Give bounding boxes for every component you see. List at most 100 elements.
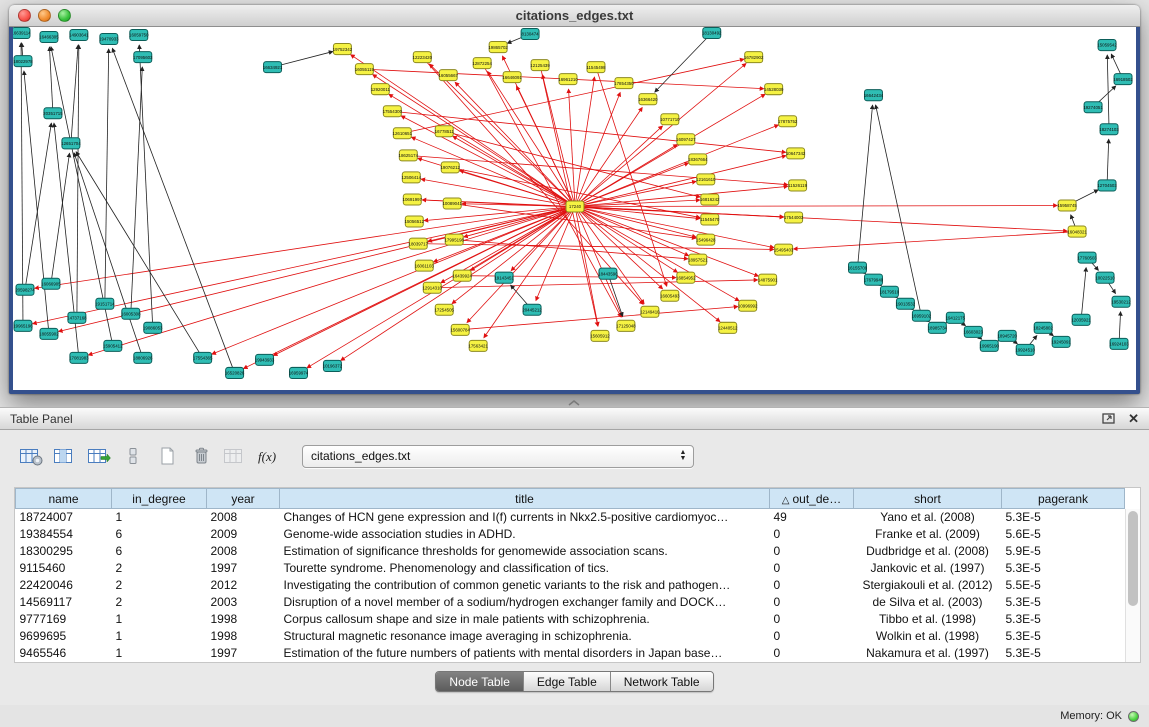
- table-cell[interactable]: 2008: [207, 543, 280, 560]
- network-canvas[interactable]: 1724019752342160551191292001117554300126…: [13, 27, 1136, 390]
- table-cell[interactable]: Estimation of the future numbers of pati…: [280, 645, 770, 662]
- network-edge-citation[interactable]: [464, 206, 575, 236]
- network-edge-citation[interactable]: [575, 63, 746, 206]
- function-builder-icon[interactable]: f(x): [254, 443, 284, 469]
- network-node-teal[interactable]: 19412175: [946, 312, 966, 323]
- network-node-yellow[interactable]: 15600784: [450, 324, 470, 335]
- network-edge-citation[interactable]: [460, 307, 738, 330]
- table-cell[interactable]: 5.9E-5: [1002, 543, 1125, 560]
- table-cell[interactable]: 1: [112, 662, 207, 664]
- column-header-year[interactable]: year: [207, 489, 280, 509]
- network-edge[interactable]: [51, 153, 70, 283]
- table-cell[interactable]: 2009: [207, 526, 280, 543]
- network-node-yellow[interactable]: 18039717: [409, 238, 429, 249]
- network-edge-citation[interactable]: [341, 206, 575, 360]
- network-node-yellow[interactable]: 16439924: [452, 270, 472, 281]
- network-edge-citation[interactable]: [575, 186, 788, 206]
- network-node-yellow[interactable]: 17563421: [468, 340, 488, 351]
- network-node-yellow[interactable]: 19865702: [488, 42, 508, 53]
- network-node-teal[interactable]: 18130492: [702, 28, 722, 39]
- table-cell[interactable]: Investigating the contribution of common…: [280, 577, 770, 594]
- table-cell[interactable]: Jankovic et al. (1997): [854, 560, 1002, 577]
- table-cell[interactable]: 18300295: [16, 543, 112, 560]
- network-node-yellow[interactable]: 15495403: [774, 244, 794, 255]
- network-node-yellow[interactable]: 17875752: [778, 116, 798, 127]
- network-node-yellow[interactable]: 16061103: [415, 260, 435, 271]
- table-row[interactable]: 2242004622012Investigating the contribut…: [16, 577, 1125, 594]
- network-edge[interactable]: [71, 45, 78, 143]
- table-cell[interactable]: Franke et al. (2009): [854, 526, 1002, 543]
- network-node-teal[interactable]: 16155709: [848, 262, 868, 273]
- network-node-yellow[interactable]: 10996992: [738, 300, 758, 311]
- table-cell[interactable]: 9777169: [16, 611, 112, 628]
- network-node-yellow[interactable]: 16605493: [660, 290, 680, 301]
- network-node-yellow[interactable]: 17254505: [434, 304, 454, 315]
- network-node-teal[interactable]: 17679940: [864, 274, 884, 285]
- column-header-out-de[interactable]: △out_de…: [770, 489, 854, 509]
- network-node-yellow[interactable]: 15958745: [1057, 200, 1077, 211]
- network-edge-citation[interactable]: [569, 89, 575, 206]
- network-node-teal[interactable]: 19274051: [1083, 102, 1103, 113]
- network-node-yellow[interactable]: 11545498: [586, 62, 606, 73]
- table-cell[interactable]: 5.3E-5: [1002, 611, 1125, 628]
- table-row[interactable]: 946362711997Embryonic stem cells: a mode…: [16, 662, 1125, 664]
- network-edge[interactable]: [655, 33, 712, 92]
- network-edge[interactable]: [857, 105, 872, 267]
- table-cell[interactable]: 9699695: [16, 628, 112, 645]
- network-node-teal[interactable]: 16634921: [263, 62, 283, 73]
- table-cell[interactable]: 1: [112, 645, 207, 662]
- table-row[interactable]: 969969511998Structural magnetic resonanc…: [16, 628, 1125, 645]
- network-node-yellow[interactable]: 16097427: [676, 134, 696, 145]
- network-node-teal[interactable]: 18443590: [598, 268, 618, 279]
- table-cell[interactable]: Structural magnetic resonance image aver…: [280, 628, 770, 645]
- network-node-teal[interactable]: 19143451: [494, 272, 514, 283]
- network-node-teal[interactable]: 18179510: [880, 286, 900, 297]
- network-node-yellow[interactable]: 10771710: [660, 114, 680, 125]
- column-header-in-degree[interactable]: in_degree: [112, 489, 207, 509]
- network-node-teal[interactable]: 19086053: [143, 322, 163, 333]
- network-edge-citation[interactable]: [575, 206, 1057, 207]
- table-cell[interactable]: Tourette syndrome. Phenomenology and cla…: [280, 560, 770, 577]
- network-node-yellow[interactable]: 16854952: [676, 272, 696, 283]
- network-edge[interactable]: [25, 123, 51, 290]
- network-node-teal[interactable]: 18985734: [928, 322, 948, 333]
- network-node-yellow[interactable]: 17240: [566, 201, 584, 212]
- table-cell[interactable]: 0: [770, 543, 854, 560]
- table-cell[interactable]: 5.6E-5: [1002, 526, 1125, 543]
- network-node-yellow[interactable]: 16055119: [355, 64, 375, 75]
- network-node-teal[interactable]: 20445212: [522, 304, 542, 315]
- table-cell[interactable]: 5.3E-5: [1002, 662, 1125, 664]
- network-node-yellow[interactable]: 10089041: [442, 198, 462, 209]
- table-cell[interactable]: 5.3E-5: [1002, 628, 1125, 645]
- table-row[interactable]: 977716911998Corpus callosum shape and si…: [16, 611, 1125, 628]
- network-node-yellow[interactable]: 19076212: [440, 162, 460, 173]
- network-edge-citation[interactable]: [274, 206, 575, 355]
- table-cell[interactable]: Estimation of significance thresholds fo…: [280, 543, 770, 560]
- network-node-teal[interactable]: 16059750: [129, 30, 149, 41]
- network-edge[interactable]: [1107, 139, 1109, 185]
- network-node-yellow[interactable]: 18367664: [688, 154, 708, 165]
- network-node-teal[interactable]: 19151714: [95, 298, 115, 309]
- close-window-button[interactable]: [18, 9, 31, 22]
- table-cell[interactable]: 19384554: [16, 526, 112, 543]
- table-cell[interactable]: Nakamura et al. (1997): [854, 645, 1002, 662]
- network-edge[interactable]: [1081, 268, 1086, 320]
- network-node-yellow[interactable]: 16782902: [744, 52, 764, 63]
- column-header-short[interactable]: short: [854, 489, 1002, 509]
- table-cell[interactable]: 1998: [207, 628, 280, 645]
- network-node-teal[interactable]: 18274103: [1099, 124, 1119, 135]
- network-node-yellow[interactable]: 18625174: [399, 150, 419, 161]
- network-node-teal[interactable]: 18945720: [997, 330, 1017, 341]
- network-node-yellow[interactable]: 17125048: [616, 320, 636, 331]
- table-row[interactable]: 1830029562008Estimation of significance …: [16, 543, 1125, 560]
- table-cell[interactable]: 2: [112, 577, 207, 594]
- table-cell[interactable]: Embryonic stem cells: a model to study s…: [280, 662, 770, 664]
- table-cell[interactable]: 0: [770, 628, 854, 645]
- network-node-teal[interactable]: 15059542: [1097, 40, 1117, 51]
- network-edge-citation[interactable]: [467, 206, 575, 322]
- table-cell[interactable]: Disruption of a novel member of a sodium…: [280, 594, 770, 611]
- minimize-window-button[interactable]: [38, 9, 51, 22]
- network-node-teal[interactable]: 19943933: [255, 354, 275, 365]
- network-node-teal[interactable]: 19470933: [99, 34, 119, 45]
- network-node-yellow[interactable]: 15056512: [405, 216, 425, 227]
